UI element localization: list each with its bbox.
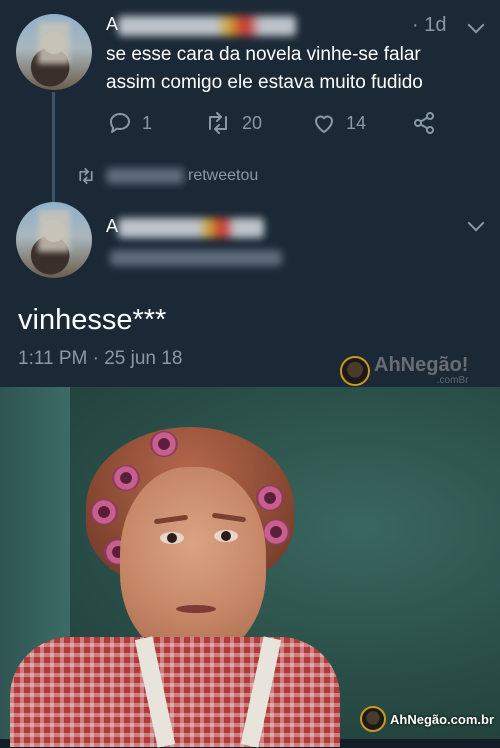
mascot-logo-icon (340, 355, 370, 386)
hair-roller (150, 431, 178, 457)
retweet-label: retweetou (188, 167, 259, 184)
reply-author-avatar[interactable] (16, 14, 92, 90)
chevron-down-icon[interactable] (467, 214, 485, 232)
main-author-avatar[interactable] (16, 202, 92, 278)
tweet-screenshot: A · 1d se esse cara da novela vinhe-se f… (0, 0, 500, 387)
hair-roller (90, 499, 118, 525)
eye-right (214, 530, 238, 542)
like-count: 14 (346, 112, 367, 133)
mascot-logo-icon (360, 706, 386, 732)
face (120, 467, 266, 657)
chevron-down-icon[interactable] (467, 16, 485, 34)
reply-author-name-blurred (118, 16, 296, 36)
reply-text-line1: se esse cara da novela vinhe-se falar (106, 44, 421, 65)
mouth (176, 605, 216, 613)
reply-count: 1 (142, 112, 153, 133)
hair-roller (112, 465, 140, 491)
reply-author-name-initial: A (106, 14, 119, 34)
checkered-shirt (10, 637, 340, 747)
like-icon (312, 111, 336, 135)
retweet-count: 20 (242, 112, 263, 133)
main-author-name-initial: A (106, 216, 119, 236)
watermark-bottom-text: AhNegão.com.br (390, 711, 495, 727)
reply-icon (108, 111, 132, 135)
main-author-handle-blurred (110, 250, 282, 266)
like-button[interactable]: 14 (312, 111, 366, 135)
reply-button[interactable]: 1 (108, 111, 152, 135)
main-author-name-blurred (118, 218, 264, 238)
eye-left (160, 532, 184, 544)
retweet-icon (204, 111, 232, 135)
share-button[interactable] (412, 111, 436, 135)
thread-connector (52, 92, 55, 202)
retweeter-name-blurred (106, 168, 184, 184)
watermark-top-domain: .comBr (436, 375, 469, 386)
hair-roller (256, 485, 284, 511)
main-tweet-text: vinhesse*** (18, 304, 167, 336)
retweet-button[interactable]: 20 (204, 111, 262, 135)
meme-photo (0, 387, 500, 748)
share-icon (412, 111, 436, 135)
retweet-icon (76, 167, 96, 185)
reply-time: · 1d (412, 14, 447, 36)
watermark-top-brand: AhNegão! (374, 354, 469, 376)
watermark-bottom: AhNegão.com.br (360, 706, 494, 732)
reply-text-line2: assim comigo ele estava muito fudido (106, 72, 423, 93)
watermark-top: AhNegão! .comBr (340, 355, 468, 386)
hair-roller (262, 519, 290, 545)
main-tweet-timestamp: 1:11 PM · 25 jun 18 (18, 348, 183, 369)
